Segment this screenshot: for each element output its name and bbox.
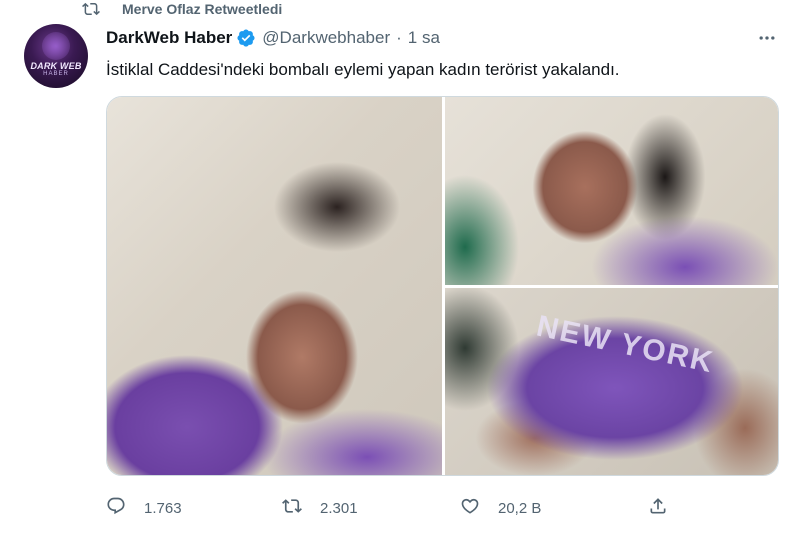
- retweet-context[interactable]: Merve Oflaz Retweetledi: [82, 0, 282, 18]
- like-button[interactable]: 20,2 B: [460, 493, 541, 523]
- retweet-action-icon: [282, 496, 302, 520]
- reply-button[interactable]: 1.763: [106, 493, 182, 523]
- share-button[interactable]: [648, 493, 668, 523]
- author-handle[interactable]: @Darkwebhaber: [262, 28, 390, 48]
- retweet-button[interactable]: 2.301: [282, 493, 358, 523]
- tweet-actions: 1.763 2.301 20,2 B: [106, 493, 666, 523]
- separator-dot: ·: [396, 28, 402, 47]
- like-count: 20,2 B: [498, 499, 542, 517]
- heart-icon: [460, 496, 480, 520]
- reply-icon: [106, 496, 126, 520]
- retweet-icon: [82, 0, 100, 18]
- sweatshirt-print: NEW YORK: [533, 309, 718, 380]
- avatar-logo-subtext: HABER: [43, 71, 69, 77]
- verified-badge-icon: [236, 28, 256, 48]
- more-options-icon[interactable]: [754, 28, 780, 48]
- tweet-header: DarkWeb Haber @Darkwebhaber · 1 sa: [106, 27, 440, 49]
- share-icon: [648, 496, 668, 520]
- media-grid: NEW YORK: [106, 96, 779, 476]
- retweet-text: Merve Oflaz Retweetledi: [122, 1, 283, 17]
- tweet-text: İstiklal Caddesi'ndeki bombalı eylemi ya…: [106, 60, 620, 79]
- avatar[interactable]: DARK WEB HABER: [24, 24, 88, 88]
- avatar-glow: [42, 32, 70, 60]
- avatar-logo-text: DARK WEB: [30, 61, 82, 71]
- media-photo-3[interactable]: NEW YORK: [445, 288, 778, 475]
- retweet-count: 2.301: [320, 499, 358, 517]
- reply-count: 1.763: [144, 499, 182, 517]
- author-name[interactable]: DarkWeb Haber: [106, 28, 232, 48]
- tweet-timestamp[interactable]: 1 sa: [408, 28, 440, 48]
- media-photo-1[interactable]: [107, 97, 442, 475]
- media-photo-2[interactable]: [445, 97, 778, 285]
